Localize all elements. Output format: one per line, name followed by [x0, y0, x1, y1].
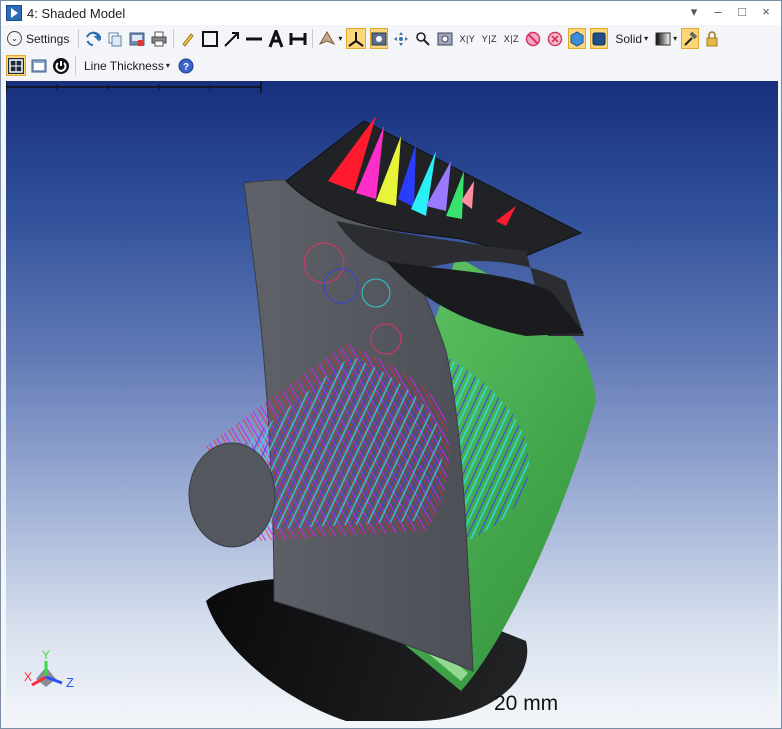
- detector-disc: [188, 442, 276, 548]
- zoom-icon[interactable]: [414, 28, 432, 49]
- secondary-toolbar: Line Thickness ▾ ?: [1, 52, 781, 79]
- pan-icon[interactable]: [392, 28, 410, 49]
- chevron-down-icon: ⌄: [7, 31, 22, 46]
- view-xz-button[interactable]: X|Z: [502, 28, 520, 49]
- axis-label-y: Y: [42, 648, 50, 662]
- axis-triad-icon: [31, 661, 63, 687]
- dimension-icon[interactable]: [289, 28, 307, 49]
- shaded-cube-icon[interactable]: [568, 28, 587, 49]
- print-icon[interactable]: [150, 28, 168, 49]
- view-cube-icon[interactable]: ▾: [318, 28, 342, 49]
- solid-box-icon[interactable]: [590, 28, 609, 49]
- line-thickness-dropdown[interactable]: Line Thickness ▾: [81, 55, 173, 76]
- zoom-extents-icon[interactable]: [436, 28, 454, 49]
- settings-button[interactable]: ⌄ Settings: [3, 28, 73, 49]
- window-title: 4: Shaded Model: [27, 5, 126, 21]
- power-icon[interactable]: [52, 55, 70, 76]
- refresh-icon[interactable]: [84, 28, 102, 49]
- dropdown-icon[interactable]: ▾: [687, 4, 701, 20]
- app-icon: [6, 5, 22, 21]
- pencil-icon[interactable]: [179, 28, 197, 49]
- arrow-icon[interactable]: [223, 28, 241, 49]
- main-toolbar: ⌄ Settings ▾ X|Y Y|Z X|Z Solid ▾ ▾: [1, 25, 781, 52]
- fit-window-icon[interactable]: [6, 55, 26, 76]
- copy-icon[interactable]: [106, 28, 124, 49]
- window-layout-icon[interactable]: [30, 55, 48, 76]
- title-bar: 4: Shaded Model ▾ – □ ×: [1, 1, 781, 25]
- rotate-view-icon[interactable]: [370, 28, 389, 49]
- line-thickness-label: Line Thickness: [84, 58, 164, 73]
- shaded-model-window: 4: Shaded Model ▾ – □ × ⌄ Settings ▾ X|Y…: [0, 0, 782, 729]
- close-button[interactable]: ×: [759, 4, 773, 20]
- save-image-icon[interactable]: [128, 28, 146, 49]
- background-color-dropdown[interactable]: ▾: [655, 28, 677, 49]
- no-rays-icon[interactable]: [524, 28, 542, 49]
- lock-icon[interactable]: [703, 28, 721, 49]
- svg-text:?: ?: [183, 62, 189, 73]
- shaded-model-render: Y X Z: [24, 116, 596, 721]
- axes-icon[interactable]: [346, 28, 367, 49]
- scale-bar: [6, 81, 262, 93]
- view-yz-button[interactable]: Y|Z: [480, 28, 498, 49]
- render-mode-label: Solid: [615, 31, 643, 46]
- maximize-button[interactable]: □: [735, 4, 749, 20]
- model-viewport[interactable]: Y X Z 20 mm: [6, 81, 778, 725]
- view-xy-button[interactable]: X|Y: [458, 28, 476, 49]
- hammer-icon[interactable]: [681, 28, 700, 49]
- minimize-button[interactable]: –: [711, 4, 725, 20]
- rectangle-icon[interactable]: [201, 28, 219, 49]
- settings-label: Settings: [26, 31, 70, 46]
- axis-label-z: Z: [66, 675, 74, 690]
- no-surfaces-icon[interactable]: [546, 28, 564, 49]
- line-icon[interactable]: [245, 28, 263, 49]
- help-icon[interactable]: ?: [177, 55, 195, 76]
- axis-label-x: X: [24, 670, 32, 684]
- render-mode-dropdown[interactable]: Solid ▾: [612, 28, 651, 49]
- text-icon[interactable]: [267, 28, 285, 49]
- scale-bar-label: 20 mm: [494, 692, 559, 715]
